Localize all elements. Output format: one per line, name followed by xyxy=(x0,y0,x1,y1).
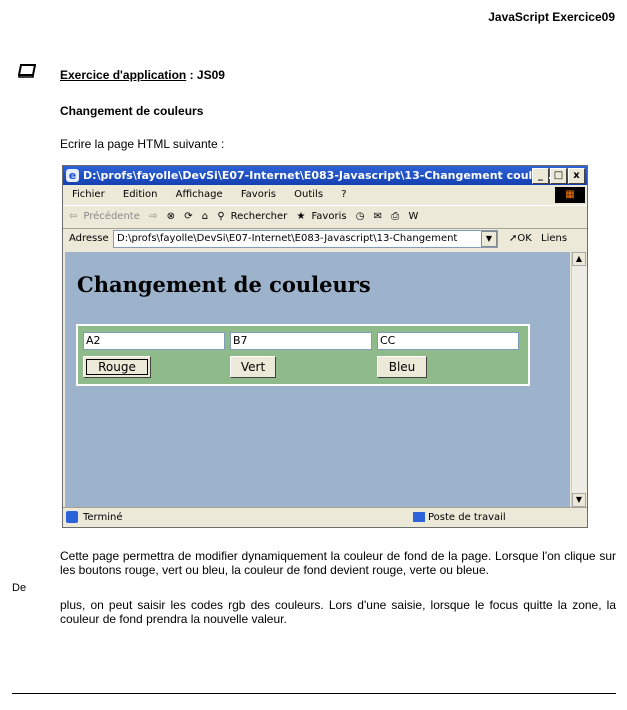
window-buttons: _ □ x xyxy=(532,168,585,184)
windows-logo-icon: ▦ xyxy=(555,187,585,203)
description-paragraph-2: plus, on peut saisir les codes rgb des c… xyxy=(60,598,616,626)
exercise-title-label: Exercice d'application xyxy=(60,68,187,82)
computer-icon xyxy=(413,512,425,522)
menu-favoris[interactable]: Favoris xyxy=(241,189,276,200)
browser-viewport: Changement de couleurs A2 B7 CC Rouge Ve… xyxy=(65,252,570,507)
description-paragraph-1: Cette page permettra de modifier dynamiq… xyxy=(60,549,616,577)
green-input[interactable]: B7 xyxy=(230,332,372,350)
page-done-icon xyxy=(66,511,78,523)
document-header-title: JavaScript Exercice09 xyxy=(488,10,615,24)
exercise-intro: Ecrire la page HTML suivante : xyxy=(60,137,225,151)
ie-icon: e xyxy=(66,169,79,182)
address-input[interactable]: D:\profs\fayolle\DevSi\E07-Internet\E083… xyxy=(113,230,498,248)
browser-window-title: D:\profs\fayolle\DevSi\E07-Internet\E083… xyxy=(83,169,561,182)
exercise-title-code: : JS09 xyxy=(186,68,225,82)
home-icon[interactable]: ⌂ xyxy=(202,211,208,222)
vertical-scrollbar[interactable]: ▲ ▼ xyxy=(571,252,586,507)
color-form-table: A2 B7 CC Rouge Vert Bleu xyxy=(76,324,530,386)
blue-input[interactable]: CC xyxy=(377,332,519,350)
mail-icon[interactable]: ✉ xyxy=(374,211,382,222)
status-zone: Poste de travail xyxy=(428,512,506,523)
favorites-icon[interactable]: ★ xyxy=(296,211,305,222)
page-heading: Changement de couleurs xyxy=(77,272,371,297)
browser-toolbar: ⇦ Précédente ⇨ ⊗ ⟳ ⌂ ⚲ Rechercher ★ Favoris… xyxy=(63,205,587,229)
address-dropdown-icon[interactable]: ▼ xyxy=(481,231,497,247)
minimize-button[interactable]: _ xyxy=(532,168,549,184)
red-input[interactable]: A2 xyxy=(83,332,225,350)
menu-edition[interactable]: Edition xyxy=(123,189,158,200)
exercise-subtitle: Changement de couleurs xyxy=(60,104,204,118)
menu-help[interactable]: ? xyxy=(341,189,346,200)
links-button[interactable]: Liens xyxy=(541,228,567,250)
go-label: OK xyxy=(517,233,532,244)
browser-titlebar: e D:\profs\fayolle\DevSi\E07-Internet\E0… xyxy=(63,166,587,185)
edit-icon[interactable]: W xyxy=(408,211,418,222)
go-button[interactable]: ➚OK xyxy=(509,228,532,250)
scroll-up-icon[interactable]: ▲ xyxy=(572,252,586,266)
stop-icon[interactable]: ⊗ xyxy=(167,211,175,222)
back-arrow-icon[interactable]: ⇦ xyxy=(69,211,77,222)
maximize-button[interactable]: □ xyxy=(550,168,567,184)
history-icon[interactable]: ◷ xyxy=(356,211,365,222)
favorites-button[interactable]: Favoris xyxy=(311,211,346,222)
status-text: Terminé xyxy=(83,512,123,523)
address-bar: Adresse D:\profs\fayolle\DevSi\E07-Inter… xyxy=(63,228,587,250)
search-icon[interactable]: ⚲ xyxy=(217,211,224,222)
browser-screenshot: e D:\profs\fayolle\DevSi\E07-Internet\E0… xyxy=(62,165,588,528)
menu-outils[interactable]: Outils xyxy=(294,189,323,200)
address-label: Adresse xyxy=(69,233,109,244)
exercise-title: Exercice d'application : JS09 xyxy=(60,68,225,82)
print-icon[interactable]: ⎙ xyxy=(391,211,399,222)
menu-fichier[interactable]: Fichier xyxy=(72,189,105,200)
book-icon xyxy=(18,64,36,78)
refresh-icon[interactable]: ⟳ xyxy=(184,211,192,222)
back-button[interactable]: Précédente xyxy=(83,211,139,222)
red-button[interactable]: Rouge xyxy=(83,356,151,378)
forward-arrow-icon[interactable]: ⇨ xyxy=(149,211,157,222)
scroll-down-icon[interactable]: ▼ xyxy=(572,493,586,507)
menu-affichage[interactable]: Affichage xyxy=(176,189,223,200)
browser-menubar: Fichier Edition Affichage Favoris Outils… xyxy=(63,186,587,204)
blue-button[interactable]: Bleu xyxy=(377,356,427,378)
footer-rule xyxy=(12,693,616,694)
green-button[interactable]: Vert xyxy=(230,356,276,378)
status-bar: Terminé Poste de travail xyxy=(63,507,587,527)
search-button[interactable]: Rechercher xyxy=(231,211,288,222)
close-button[interactable]: x xyxy=(568,168,585,184)
description-de: De xyxy=(12,582,27,594)
